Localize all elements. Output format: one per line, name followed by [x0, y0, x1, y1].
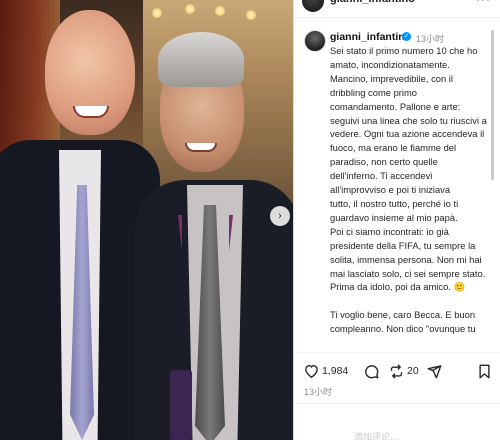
comment-button[interactable]: [364, 360, 379, 382]
divider: [294, 17, 500, 18]
post-header: gianni_infantino ···: [294, 0, 500, 16]
bookmark-icon: [479, 364, 490, 378]
ceiling-light: [152, 8, 162, 18]
caption-text: Sei stato il primo numero 10 che ho amat…: [330, 45, 487, 335]
carousel-next-button[interactable]: ›: [270, 206, 290, 226]
avatar[interactable]: [304, 30, 326, 52]
action-bar: 1,984 20: [294, 360, 500, 382]
divider: [294, 352, 500, 353]
id-badge: [170, 370, 192, 440]
heart-icon: [305, 364, 318, 378]
verified-badge-icon: ✓: [402, 32, 411, 41]
repost-count: 20: [407, 365, 419, 377]
caption-username[interactable]: gianni_infantino: [330, 31, 411, 43]
chevron-right-icon: ›: [278, 210, 282, 222]
ceiling-light: [215, 6, 225, 16]
like-button[interactable]: 1,984: [304, 360, 348, 382]
post-photo[interactable]: ›: [0, 0, 293, 440]
repost-icon: [390, 364, 403, 378]
scrollbar[interactable]: [491, 30, 494, 180]
comment-icon: [365, 364, 379, 378]
like-count: 1,984: [322, 365, 349, 377]
comment-area: 添加评论...: [294, 404, 500, 440]
ceiling-light: [246, 10, 256, 20]
more-options-icon[interactable]: ···: [476, 0, 491, 6]
send-icon: [427, 364, 442, 378]
avatar[interactable]: [302, 0, 324, 12]
person-right-hair: [158, 32, 244, 87]
comment-input[interactable]: 添加评论...: [354, 430, 398, 440]
header-username[interactable]: gianni_infantino: [330, 0, 415, 5]
person-right-smile: [185, 143, 217, 152]
repost-button[interactable]: 20: [389, 360, 419, 382]
post-date: 13小时: [304, 387, 333, 397]
ceiling-light: [185, 4, 195, 14]
post-side-panel: gianni_infantino ··· gianni_infantino ✓ …: [293, 0, 500, 440]
share-button[interactable]: [427, 360, 442, 382]
caption-section: gianni_infantino ✓ 13小时 Sei stato il pri…: [294, 22, 500, 352]
save-button[interactable]: [478, 360, 491, 382]
